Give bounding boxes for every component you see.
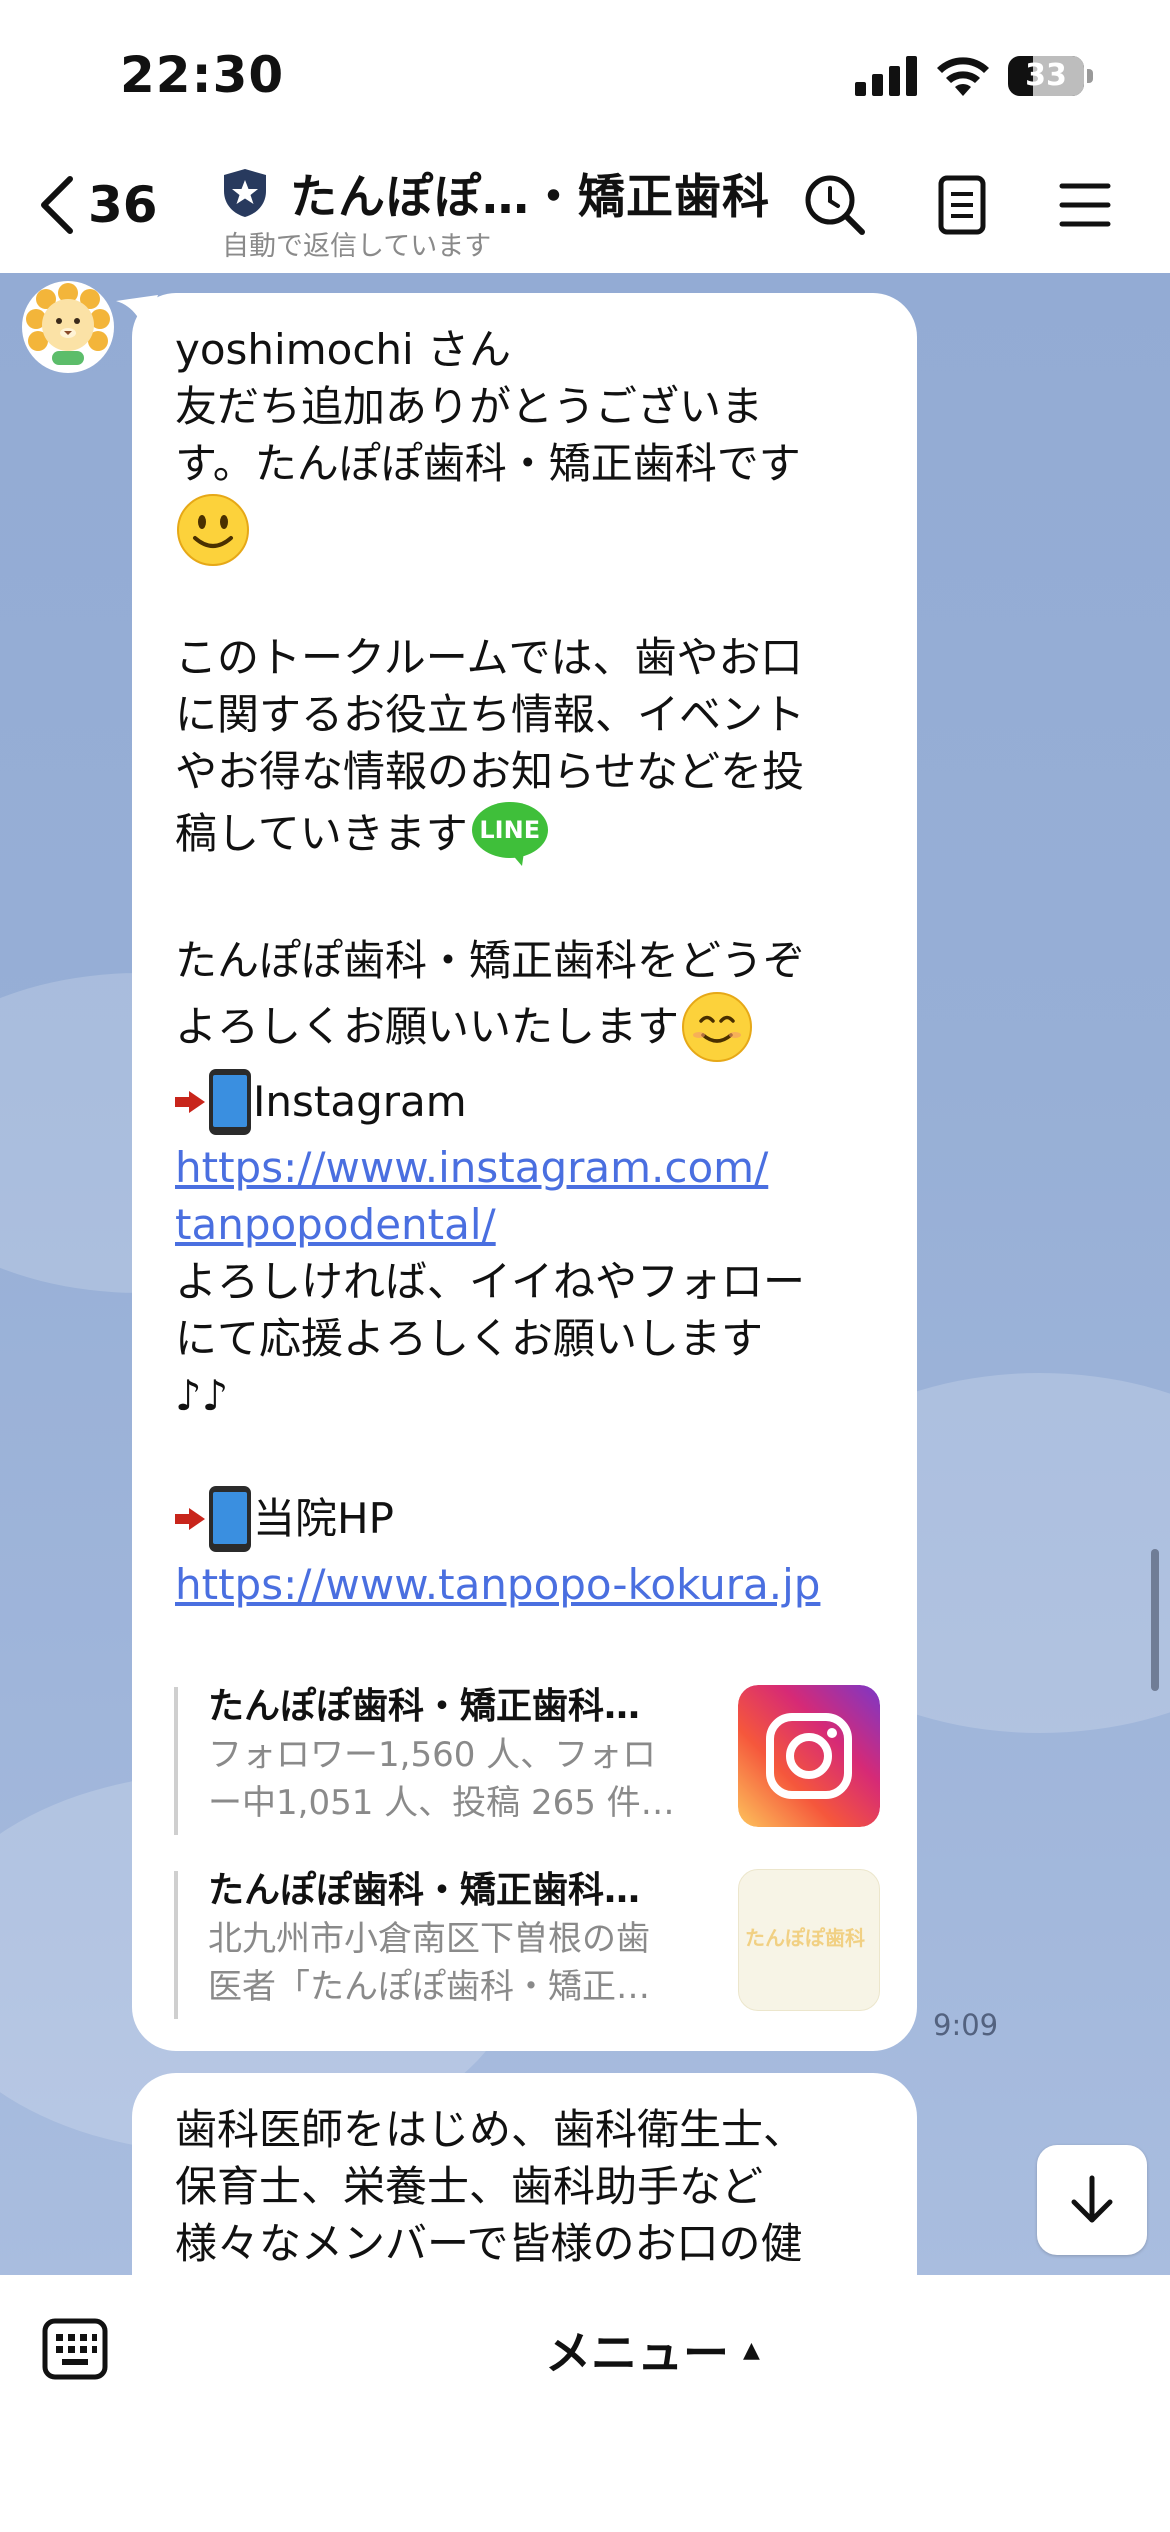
bottom-bar: メニュー ▲ — [0, 2275, 1170, 2532]
preview-desc-line: フォロワー1,560 人、フォロ — [208, 1735, 657, 1775]
line-badge-text: LINE — [479, 816, 541, 844]
message-line: Instagram — [253, 1077, 467, 1126]
message-timestamp: 9:09 — [933, 2008, 999, 2042]
mobile-phone-emoji-icon — [209, 1485, 251, 1552]
preview-desc-line: 医者「たんぽぽ歯科・矯正… — [208, 1967, 650, 2007]
notes-icon[interactable] — [927, 170, 997, 240]
back-button[interactable]: 36 — [36, 170, 158, 240]
status-bar: 22:30 33 — [0, 0, 1170, 140]
message-line: にて応援よろしくお願いします — [175, 1314, 764, 1363]
message-line: たんぽぽ歯科・矯正歯科をどうぞ — [175, 936, 806, 985]
message-line: yoshimochi さん — [175, 325, 512, 374]
message-line: やお得な情報のお知らせなどを投 — [175, 747, 805, 796]
line-emoji-icon: LINE — [470, 800, 550, 867]
mobile-phone-emoji-icon — [209, 1068, 251, 1135]
message-line: よろしければ、イイねやフォロー — [175, 1257, 806, 1306]
message-line: す。たんぽぽ歯科・矯正歯科です — [175, 439, 801, 488]
battery-percent: 33 — [1025, 58, 1067, 93]
search-icon[interactable] — [800, 170, 870, 240]
scroll-to-bottom-button[interactable] — [1037, 2145, 1147, 2255]
message-line: ♪♪ — [175, 1371, 229, 1420]
preview-title: たんぽぽ歯科・矯正歯科… — [208, 1870, 641, 1911]
instagram-logo-icon — [738, 1685, 880, 1827]
unread-count: 36 — [88, 176, 158, 234]
rich-menu-toggle-button[interactable]: メニュー ▲ — [545, 2317, 760, 2383]
homepage-line: 当院HP — [175, 1481, 877, 1556]
back-chevron-icon — [41, 176, 73, 234]
homepage-link[interactable]: https://www.tanpopo-kokura.jp — [175, 1556, 877, 1613]
message-line: 様々なメンバーで皆様のお口の健 — [175, 2219, 803, 2268]
wifi-icon — [937, 57, 989, 96]
homepage-thumbnail: たんぽぽ歯科 — [738, 1869, 880, 2011]
battery-nub — [1087, 69, 1093, 83]
message-line: このトークルームでは、歯やお口 — [175, 633, 803, 682]
menu-arrow-up-icon: ▲ — [743, 2337, 760, 2363]
instagram-link[interactable]: https://www.instagram.com/ — [175, 1139, 877, 1196]
message-line: 稿していきます — [175, 809, 468, 858]
chat-title: たんぽぽ…・矯正歯科 — [290, 170, 770, 225]
lion-avatar[interactable] — [22, 281, 114, 373]
preview-desc-line: 北九州市小倉南区下曽根の歯 — [208, 1919, 650, 1959]
cellular-signal-icon — [855, 56, 917, 96]
menu-label: メニュー — [545, 2326, 729, 2380]
message-line: 友だち追加ありがとうございま — [175, 382, 764, 431]
message-bubble[interactable]: yoshimochi さん 友だち追加ありがとうございま す。たんぽぽ歯科・矯正… — [132, 293, 917, 2051]
smiley-emoji-icon — [177, 494, 249, 566]
emoji-line — [175, 492, 877, 572]
smiling-emoji-icon — [682, 991, 753, 1062]
menu-icon[interactable] — [1050, 170, 1120, 240]
instagram-link[interactable]: tanpopodental/ — [175, 1196, 877, 1253]
link-preview-instagram[interactable]: たんぽぽ歯科・矯正歯科… フォロワー1,560 人、フォロ ー中1,051 人、… — [174, 1683, 880, 1843]
message-text: yoshimochi さん 友だち追加ありがとうございま す。たんぽぽ歯科・矯正… — [175, 321, 877, 1613]
status-time: 22:30 — [120, 46, 285, 104]
thumbnail-logo-text: たんぽぽ歯科 — [745, 1926, 865, 1950]
scrollbar[interactable] — [1151, 1549, 1159, 1691]
link-preview-homepage[interactable]: たんぽぽ歯科・矯正歯科… 北九州市小倉南区下曽根の歯 医者「たんぽぽ歯科・矯正…… — [174, 1867, 880, 2027]
instagram-line: Instagram — [175, 1064, 877, 1139]
message-line-with-emoji: よろしくお願いいたします — [175, 989, 877, 1064]
message-line: 保育士、栄養士、歯科助手など — [175, 2162, 764, 2211]
chat-title-row[interactable]: たんぽぽ…・矯正歯科 — [222, 158, 770, 227]
right-arrow-emoji-icon — [175, 1507, 205, 1530]
message-line: 歯科医師をはじめ、歯科衛生士、 — [175, 2105, 806, 2154]
message-line: 当院HP — [253, 1494, 394, 1543]
message-line: よろしくお願いいたします — [175, 1002, 680, 1051]
right-arrow-emoji-icon — [175, 1090, 205, 1113]
preview-title: たんぽぽ歯科・矯正歯科… — [208, 1686, 641, 1727]
chat-area[interactable]: yoshimochi さん 友だち追加ありがとうございま す。たんぽぽ歯科・矯正… — [0, 273, 1170, 2275]
message-line-with-badge: 稿していきます LINE — [175, 800, 877, 867]
keyboard-icon[interactable] — [42, 2318, 108, 2380]
battery-icon: 33 — [1008, 56, 1084, 96]
auto-reply-status: 自動で返信しています — [222, 231, 492, 262]
message-bubble[interactable]: 歯科医師をはじめ、歯科衛生士、 保育士、栄養士、歯科助手など 様々なメンバーで皆… — [132, 2073, 917, 2275]
shield-icon — [224, 168, 266, 217]
message-text: 歯科医師をはじめ、歯科衛生士、 保育士、栄養士、歯科助手など 様々なメンバーで皆… — [175, 2101, 877, 2272]
chat-header: 36 たんぽぽ…・矯正歯科 自動で返信しています — [0, 140, 1170, 274]
preview-description: 北九州市小倉南区下曽根の歯 医者「たんぽぽ歯科・矯正… — [208, 1915, 688, 2011]
arrow-down-icon — [1071, 2175, 1113, 2223]
message-line: に関するお役立ち情報、イベント — [175, 690, 806, 739]
preview-divider — [174, 1871, 178, 2019]
preview-description: フォロワー1,560 人、フォロ ー中1,051 人、投稿 265 件… — [208, 1731, 688, 1827]
preview-desc-line: ー中1,051 人、投稿 265 件… — [208, 1783, 675, 1823]
preview-divider — [174, 1687, 178, 1835]
